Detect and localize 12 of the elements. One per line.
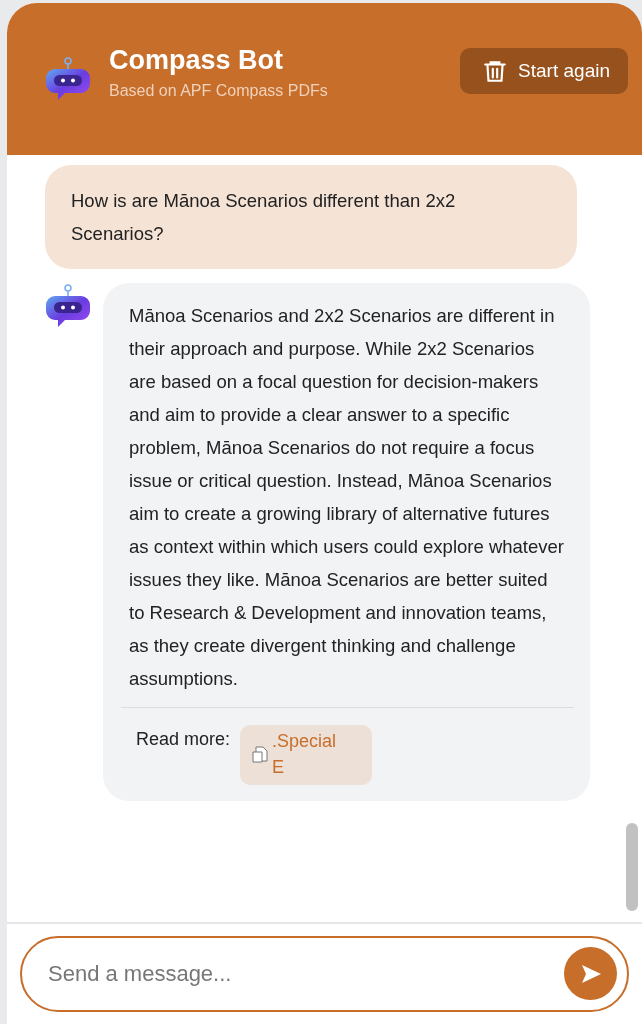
pdf-file-icon — [252, 746, 269, 764]
user-message: How is are Mānoa Scenarios different than 2x2 Scenarios? — [45, 165, 577, 269]
chat-subtitle: Based on APF Compass PDFs — [109, 81, 329, 100]
chat-title: Compass Bot — [109, 44, 285, 76]
bot-avatar-icon — [45, 283, 91, 329]
trash-icon — [482, 58, 509, 84]
start-again-button[interactable]: Start again — [460, 48, 628, 94]
scrollbar-thumb[interactable] — [626, 823, 638, 911]
bot-message-text: Mānoa Scenarios and 2x2 Scenarios are different in their approach and purpose. While 2x2 Scenarios are based on a focal question for decision-makers and aim to provide a clear answer to a specific problem, Mānoa Scenarios do not require a focus issue or critical question. Instead, Mānoa Scenarios aim to create a growing library of alternative futures as context within which users could explore whatever issues they like. Mānoa Scenarios are better suited to Research & Development and innovation teams, as they create divergent thinking and challenge assumptions. — [129, 304, 565, 691]
bot-logo-icon — [45, 56, 91, 102]
read-more-label: Read more: — [136, 729, 231, 750]
message-input[interactable]: Send a message... — [20, 936, 629, 1012]
